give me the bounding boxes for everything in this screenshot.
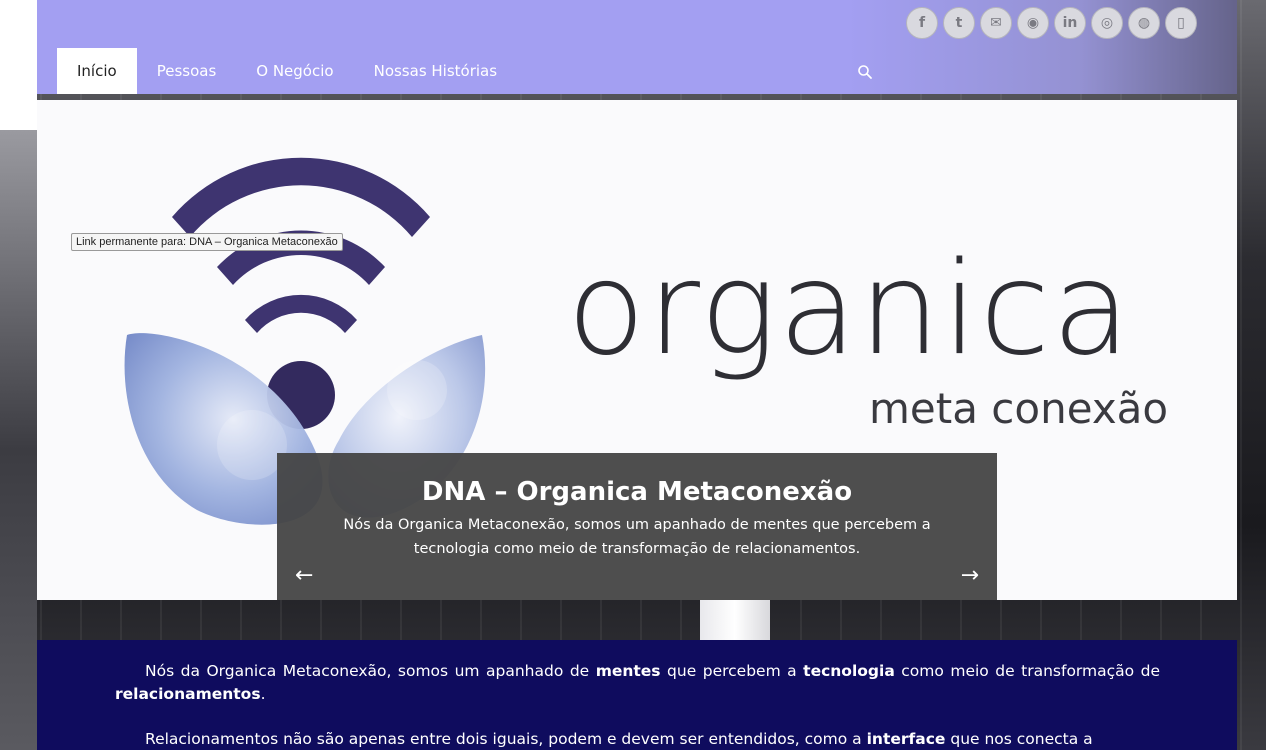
brand-wordmark: organica	[567, 235, 1133, 384]
main-nav: Início Pessoas O Negócio Nossas História…	[57, 48, 517, 94]
search-icon[interactable]	[857, 64, 873, 80]
linkedin-icon[interactable]: in	[1054, 7, 1086, 39]
text-fragment: .	[260, 685, 266, 703]
nav-item-nossas-historias[interactable]: Nossas Histórias	[354, 48, 517, 94]
featured-slider: organica meta conexão Link permanente pa…	[37, 100, 1237, 600]
nav-item-o-negocio[interactable]: O Negócio	[236, 48, 353, 94]
text-fragment: como meio de transformação de	[894, 662, 1160, 680]
text-fragment: Relacionamentos não são apenas entre doi…	[145, 730, 867, 748]
instagram-icon[interactable]: ◎	[1091, 7, 1123, 39]
brand-tagline: meta conexão	[869, 384, 1169, 433]
emphasis-mentes: mentes	[595, 662, 661, 680]
background-light	[700, 600, 770, 640]
background-left-strip	[0, 0, 37, 750]
github-icon[interactable]: ◉	[1017, 7, 1049, 39]
arrow-left-icon[interactable]: ←	[295, 565, 313, 587]
intro-paragraph-2: Relacionamentos não são apenas entre doi…	[115, 728, 1160, 750]
slide-caption: DNA – Organica Metaconexão Nós da Organi…	[277, 453, 997, 600]
link-tooltip: Link permanente para: DNA – Organica Met…	[71, 233, 343, 251]
text-fragment: Nós da Organica Metaconexão, somos um ap…	[145, 662, 596, 680]
nav-item-pessoas[interactable]: Pessoas	[137, 48, 237, 94]
facebook-icon[interactable]: f	[906, 7, 938, 39]
arrow-right-icon[interactable]: →	[961, 565, 979, 587]
email-icon[interactable]: ✉	[980, 7, 1012, 39]
social-links: f t ✉ ◉ in ◎ ◍ ▯	[906, 7, 1197, 39]
text-fragment: que percebem a	[660, 662, 804, 680]
website-icon[interactable]: ◍	[1128, 7, 1160, 39]
text-fragment: que nos conecta a	[945, 730, 1093, 748]
emphasis-tecnologia: tecnologia	[803, 662, 895, 680]
twitter-icon[interactable]: t	[943, 7, 975, 39]
intro-paragraph-1: Nós da Organica Metaconexão, somos um ap…	[115, 660, 1160, 706]
intro-content: Nós da Organica Metaconexão, somos um ap…	[37, 640, 1237, 750]
site-header: f t ✉ ◉ in ◎ ◍ ▯ Início Pessoas O Negócio Nossa…	[37, 0, 1237, 94]
nav-item-inicio[interactable]: Início	[57, 48, 137, 94]
emphasis-interface: interface	[866, 730, 946, 748]
phone-icon[interactable]: ▯	[1165, 7, 1197, 39]
slide-description: Nós da Organica Metaconexão, somos um ap…	[343, 517, 931, 557]
emphasis-relacionamentos: relacionamentos	[115, 685, 261, 703]
slide-title[interactable]: DNA – Organica Metaconexão	[277, 477, 997, 507]
